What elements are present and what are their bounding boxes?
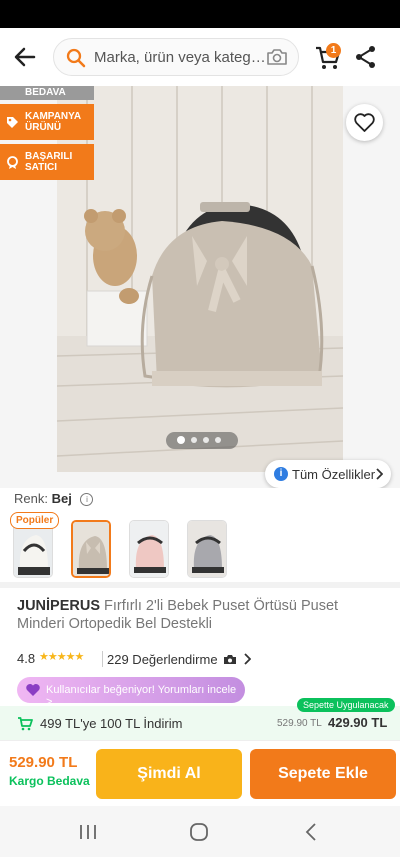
- variant-thumbnail-pink[interactable]: [129, 520, 169, 578]
- favorite-button[interactable]: [346, 104, 383, 141]
- applied-in-cart-badge: Sepette Uygulanacak: [297, 698, 395, 712]
- badge-kampanya-urunu: KAMPANYA ÜRÜNÜ: [0, 104, 94, 140]
- add-to-cart-button[interactable]: Sepete Ekle: [250, 749, 396, 799]
- reviews-promo-pill[interactable]: Kullanıcılar beğeniyor! Yorumları incele…: [17, 677, 245, 708]
- badge-bedava: BEDAVA: [0, 86, 94, 100]
- tag-icon: [7, 117, 18, 128]
- color-selection-label: Renk: Bej i: [14, 491, 94, 507]
- search-icon: [66, 48, 86, 68]
- heart-icon: [354, 113, 375, 132]
- pagination-dot[interactable]: [177, 436, 185, 444]
- cart-icon: [18, 717, 33, 731]
- share-icon[interactable]: [353, 44, 379, 70]
- rating-value: 4.8: [17, 651, 36, 666]
- discounted-price: 429.90 TL: [328, 715, 388, 730]
- product-title: JUNİPERUS Fırfırlı 2'li Bebek Puset Örtü…: [17, 597, 387, 633]
- rating-stars: ★★★★★: [39, 651, 84, 663]
- rating-separator: [102, 651, 103, 667]
- buy-bar: 529.90 TL Kargo Bedava Şimdi Al Sepete E…: [0, 740, 400, 807]
- camera-icon: [224, 655, 237, 664]
- image-pagination-dots[interactable]: [166, 432, 238, 449]
- system-navigation-bar: [0, 806, 400, 857]
- variant-thumbnails: Popüler: [0, 510, 400, 580]
- pagination-dot[interactable]: [191, 437, 197, 443]
- product-photo: [57, 86, 343, 472]
- pagination-dot[interactable]: [203, 437, 209, 443]
- discount-text: 499 TL'ye 100 TL İndirim: [40, 716, 183, 731]
- all-features-label: Tüm Özellikler: [292, 467, 376, 482]
- color-value: Bej: [51, 491, 72, 506]
- cart-discount-banner: Sepette Uygulanacak 499 TL'ye 100 TL İnd…: [0, 698, 400, 740]
- rating-row[interactable]: 4.8 ★★★★★ 229 Değerlendirme: [17, 651, 387, 669]
- purple-heart-icon: [26, 684, 40, 696]
- color-label: Renk:: [14, 491, 48, 506]
- variant-thumbnail-beige[interactable]: [71, 520, 111, 578]
- chevron-right-icon: [376, 468, 383, 480]
- product-image-gallery[interactable]: BEDAVA KAMPANYA ÜRÜNÜ BAŞARILI SATICI i …: [0, 86, 400, 488]
- camera-search-icon[interactable]: [266, 47, 288, 67]
- home-icon[interactable]: [187, 822, 211, 842]
- buy-now-button[interactable]: Şimdi Al: [96, 749, 242, 799]
- back-icon[interactable]: [300, 822, 324, 842]
- popular-badge: Popüler: [10, 512, 60, 529]
- back-arrow-icon[interactable]: [10, 42, 40, 72]
- chevron-right-icon: [244, 653, 252, 665]
- medal-icon: [7, 156, 18, 169]
- search-box[interactable]: [53, 38, 299, 76]
- section-divider: [0, 582, 400, 588]
- old-price: 529.90 TL: [277, 718, 322, 729]
- recent-apps-icon[interactable]: [76, 822, 100, 842]
- cart-count-badge: 1: [326, 43, 341, 58]
- review-count[interactable]: 229 Değerlendirme: [107, 652, 252, 667]
- search-input[interactable]: [94, 46, 264, 68]
- review-count-label: 229 Değerlendirme: [107, 652, 218, 667]
- price: 529.90 TL: [9, 754, 78, 771]
- reviews-promo-text: Kullanıcılar beğeniyor! Yorumları incele…: [46, 684, 237, 708]
- all-features-button[interactable]: i Tüm Özellikler: [265, 460, 391, 488]
- info-icon: i: [274, 467, 288, 481]
- badge-basarili-satici: BAŞARILI SATICI: [0, 144, 94, 180]
- info-icon[interactable]: i: [80, 493, 94, 507]
- top-header: 1: [0, 28, 400, 86]
- brand-name[interactable]: JUNİPERUS: [17, 598, 100, 614]
- status-bar: [0, 0, 400, 28]
- free-shipping-label: Kargo Bedava: [9, 774, 90, 788]
- pagination-dot[interactable]: [215, 437, 221, 443]
- variant-thumbnail-gray[interactable]: [187, 520, 227, 578]
